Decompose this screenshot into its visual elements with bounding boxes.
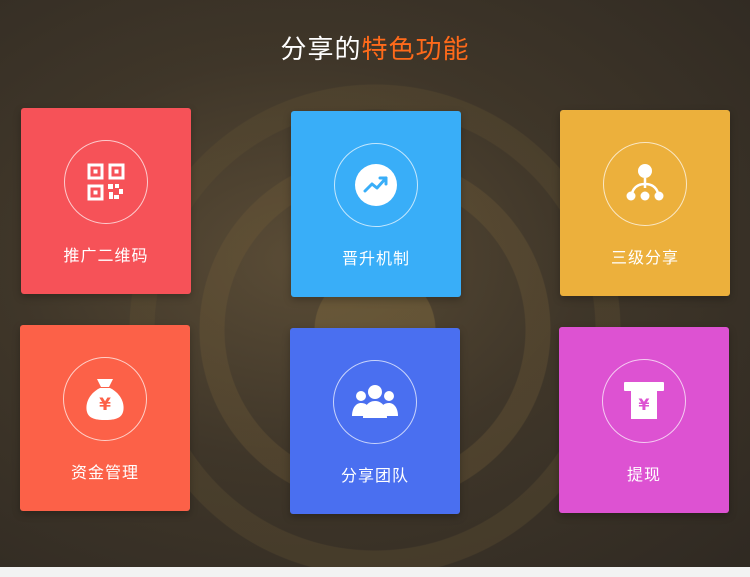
trend-up-icon bbox=[354, 163, 398, 207]
feature-card-fund-management[interactable]: ¥ 资金管理 bbox=[20, 325, 190, 511]
bottom-strip bbox=[0, 567, 750, 577]
icon-circle: ¥ bbox=[602, 359, 686, 443]
feature-card-three-level[interactable]: 三级分享 bbox=[560, 110, 730, 296]
feature-label: 分享团队 bbox=[340, 466, 409, 485]
money-symbol: ¥ bbox=[638, 395, 650, 414]
hierarchy-icon bbox=[623, 162, 667, 206]
feature-label: 三级分享 bbox=[610, 248, 679, 267]
team-icon bbox=[350, 382, 400, 422]
feature-label: 推广二维码 bbox=[63, 246, 149, 265]
icon-circle bbox=[64, 140, 148, 224]
page-title: 分享的特色功能 bbox=[0, 30, 750, 70]
icon-circle bbox=[334, 143, 418, 227]
withdraw-icon: ¥ bbox=[622, 379, 666, 423]
feature-card-withdraw[interactable]: ¥ 提现 bbox=[559, 327, 729, 513]
feature-card-team[interactable]: 分享团队 bbox=[290, 328, 460, 514]
feature-label: 资金管理 bbox=[70, 463, 139, 482]
feature-label: 晋升机制 bbox=[341, 249, 410, 268]
icon-circle: ¥ bbox=[63, 357, 147, 441]
icon-circle bbox=[333, 360, 417, 444]
money-symbol: ¥ bbox=[99, 395, 111, 415]
feature-card-promotion[interactable]: 晋升机制 bbox=[291, 111, 461, 297]
title-highlight: 特色功能 bbox=[361, 35, 470, 65]
icon-circle bbox=[603, 142, 687, 226]
features-page: 分享的特色功能 推广二维码 晋升机制 三级分享 ¥ 资金管理 分享团队 ¥ 提现 bbox=[0, 0, 750, 577]
title-prefix: 分享的 bbox=[280, 35, 362, 65]
money-bag-icon: ¥ bbox=[83, 376, 127, 422]
qr-code-icon bbox=[86, 162, 126, 202]
feature-card-qr-code[interactable]: 推广二维码 bbox=[21, 108, 191, 294]
feature-label: 提现 bbox=[626, 465, 661, 484]
